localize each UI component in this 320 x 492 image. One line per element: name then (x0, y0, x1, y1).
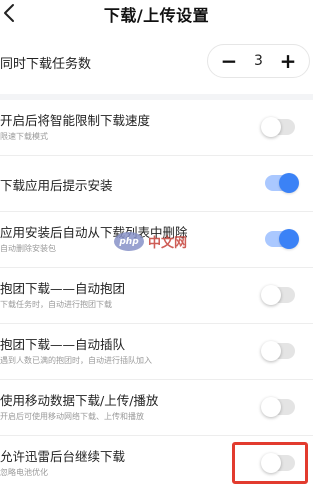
header: 下载/上传设置 (0, 0, 313, 28)
concurrent-downloads-label: 同时下载任务数 (0, 57, 92, 72)
toggle-knob (261, 341, 281, 361)
setting-toggle[interactable] (265, 229, 299, 249)
setting-row: 抱团下载——自动抱团下载任务时，自动进行抱团下载 (0, 268, 313, 324)
setting-title: 抱团下载——自动插队 (0, 337, 126, 352)
setting-subtitle: 下载任务时，自动进行抱团下载 (0, 300, 112, 309)
page-title: 下载/上传设置 (103, 6, 210, 25)
setting-row: 下载应用后提示安装 (0, 156, 313, 212)
setting-toggle[interactable] (261, 285, 295, 305)
toggle-knob (261, 117, 281, 137)
setting-row: 使用移动数据下载/上传/播放开启后可使用移动网络下载、上传和播放 (0, 380, 313, 436)
toggle-knob (279, 173, 299, 193)
setting-subtitle: 遇到人数已满的抱团时，自动进行插队加入 (0, 356, 152, 365)
setting-subtitle: 自动删除安装包 (0, 244, 56, 253)
toggle-knob (279, 229, 299, 249)
setting-toggle[interactable] (261, 397, 295, 417)
setting-row: 开启后将智能限制下载速度限速下载模式 (0, 100, 313, 156)
setting-toggle[interactable] (261, 453, 295, 473)
setting-subtitle: 限速下载模式 (0, 132, 48, 141)
setting-subtitle: 开启后可使用移动网络下载、上传和播放 (0, 412, 144, 421)
setting-row: 应用安装后自动从下载列表中删除自动删除安装包 (0, 212, 313, 268)
setting-title: 下载应用后提示安装 (0, 178, 113, 193)
setting-row: 允许迅雷后台继续下载忽略电池优化 (0, 436, 313, 492)
setting-title: 使用移动数据下载/上传/播放 (0, 393, 159, 408)
settings-list: 开启后将智能限制下载速度限速下载模式下载应用后提示安装应用安装后自动从下载列表中… (0, 100, 313, 492)
concurrent-downloads-row: 同时下载任务数 − 3 + (0, 40, 313, 86)
decrement-button[interactable]: − (212, 45, 246, 77)
setting-title: 抱团下载——自动抱团 (0, 281, 126, 296)
concurrent-downloads-stepper: − 3 + (207, 44, 310, 78)
setting-title: 应用安装后自动从下载列表中删除 (0, 225, 188, 240)
toggle-knob (261, 285, 281, 305)
setting-subtitle: 忽略电池优化 (0, 468, 48, 477)
setting-title: 允许迅雷后台继续下载 (0, 449, 126, 464)
setting-title: 开启后将智能限制下载速度 (0, 113, 151, 128)
toggle-knob (261, 453, 281, 473)
setting-toggle[interactable] (261, 341, 295, 361)
increment-button[interactable]: + (271, 45, 305, 77)
setting-row: 抱团下载——自动插队遇到人数已满的抱团时，自动进行插队加入 (0, 324, 313, 380)
setting-toggle[interactable] (265, 173, 299, 193)
toggle-knob (261, 397, 281, 417)
setting-toggle[interactable] (261, 117, 295, 137)
